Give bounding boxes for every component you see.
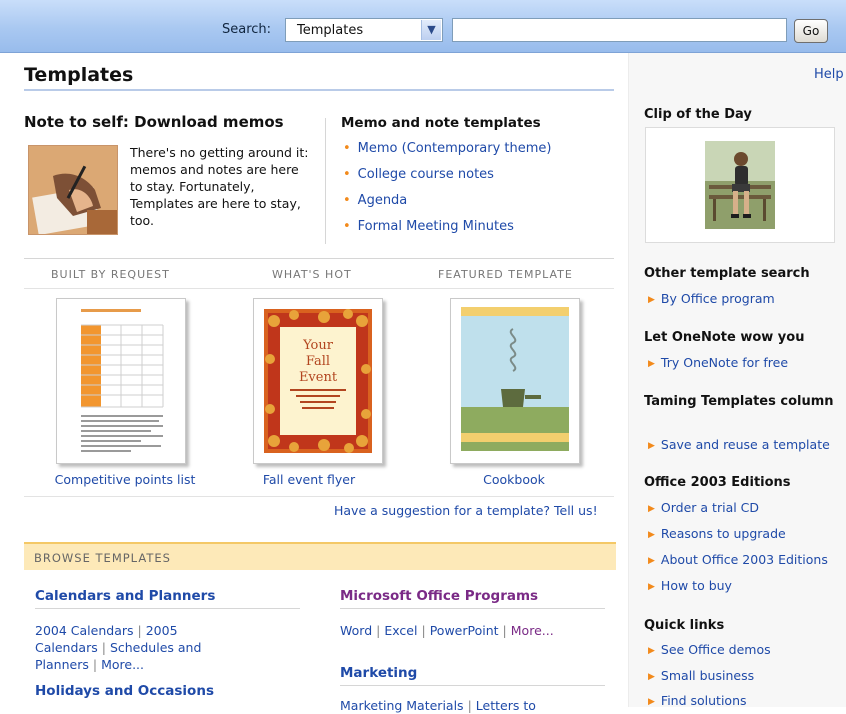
order-trial-cd-link[interactable]: ▶ Order a trial CD [648,500,759,515]
how-to-buy-link[interactable]: ▶ How to buy [648,578,732,593]
competitive-points-list-link[interactable]: Competitive points list [30,472,220,487]
separator: | [502,623,507,638]
clip-of-the-day-image[interactable] [705,141,775,229]
small-business-link[interactable]: ▶ Small business [648,668,754,683]
cookbook-link[interactable]: Cookbook [419,472,609,487]
microsoft-office-programs-heading[interactable]: Microsoft Office Programs [340,588,538,604]
taming-templates-heading: Taming Templates column [644,394,834,409]
quick-links-heading: Quick links [644,618,725,633]
separator: | [467,698,472,713]
suggestion-divider [24,496,614,497]
arrow-right-icon: ▶ [648,672,655,682]
formal-meeting-minutes-link[interactable]: • Formal Meeting Minutes [343,219,514,234]
marketing-links: Marketing Materials | Letters to [340,697,536,714]
reasons-to-upgrade-link[interactable]: ▶ Reasons to upgrade [648,526,786,541]
find-solutions-link[interactable]: ▶ Find solutions [648,693,747,708]
cookbook-thumbnail[interactable] [450,298,580,464]
fall-event-flyer-thumbnail[interactable]: Your Fall Event [253,298,383,464]
section-divider [24,258,614,259]
feature-description: There's no getting around it: memos and … [130,145,309,228]
save-and-reuse-template-link[interactable]: ▶ Save and reuse a template [648,437,830,452]
bullet-icon: • [343,141,351,156]
search-scope-dropdown[interactable]: Templates ▼ [285,18,443,42]
memo-templates-heading: Memo and note templates [341,115,541,131]
featured-template-label: FEATURED TEMPLATE [438,268,573,281]
arrow-right-icon: ▶ [648,295,655,305]
flyer-line-1: Your [302,338,334,353]
office-programs-links: Word | Excel | PowerPoint | More... [340,622,554,639]
word-link[interactable]: Word [340,623,372,638]
competitive-points-thumbnail[interactable] [56,298,186,464]
bullet-icon: • [343,219,351,234]
search-label: Search: [222,22,272,37]
arrow-right-icon: ▶ [648,646,655,656]
woman-on-bench-illustration [705,141,775,229]
letters-to-link[interactable]: Letters to [476,698,536,713]
cookbook-preview [451,299,579,463]
bullet-icon: • [343,193,351,208]
help-link[interactable]: Help [814,67,844,82]
page-title: Templates [24,64,134,86]
clip-of-the-day-heading: Clip of the Day [644,107,752,122]
flyer-line-3: Event [299,370,338,385]
feature-divider [325,118,326,244]
go-button[interactable]: Go [794,19,828,43]
title-divider [24,89,614,91]
arrow-right-icon: ▶ [648,504,655,514]
powerpoint-link[interactable]: PowerPoint [430,623,499,638]
onenote-heading: Let OneNote wow you [644,330,805,345]
bullet-icon: • [343,167,351,182]
clip-of-the-day-frame[interactable] [645,127,835,243]
suggest-template-link[interactable]: Have a suggestion for a template? Tell u… [334,503,598,518]
showcase-divider [24,288,614,289]
marketing-heading[interactable]: Marketing [340,665,417,681]
calendars-more-link[interactable]: More... [101,657,144,672]
calendars-divider [35,608,300,609]
office-2003-editions-heading: Office 2003 Editions [644,475,791,490]
calendars-links: 2004 Calendars | 2005 Calendars | Schedules … [35,622,305,673]
arrow-right-icon: ▶ [648,697,655,707]
other-template-search-heading: Other template search [644,266,810,281]
search-bar: Search: Templates ▼ Go [0,0,846,53]
separator: | [137,623,142,638]
marketing-materials-link[interactable]: Marketing Materials [340,698,464,713]
try-onenote-link[interactable]: ▶ Try OneNote for free [648,355,788,370]
built-by-request-label: BUILT BY REQUEST [51,268,170,281]
holidays-and-occasions-heading[interactable]: Holidays and Occasions [35,683,214,699]
browse-templates-bar: BROWSE TEMPLATES [24,542,616,570]
separator: | [421,623,426,638]
office-programs-divider [340,608,605,609]
browse-templates-label: BROWSE TEMPLATES [34,551,171,565]
arrow-right-icon: ▶ [648,582,655,592]
arrow-right-icon: ▶ [648,556,655,566]
office-programs-more-link[interactable]: More... [511,623,554,638]
search-input[interactable] [452,18,787,42]
fall-event-flyer-link[interactable]: Fall event flyer [214,472,404,487]
separator: | [376,623,381,638]
about-office-2003-editions-link[interactable]: ▶ About Office 2003 Editions [648,552,828,567]
excel-link[interactable]: Excel [384,623,417,638]
separator: | [101,640,106,655]
marketing-divider [340,685,605,686]
whats-hot-label: WHAT'S HOT [272,268,352,281]
agenda-link[interactable]: • Agenda [343,193,407,208]
fall-flyer-preview: Your Fall Event [254,299,382,463]
chevron-down-icon[interactable]: ▼ [421,20,441,40]
hand-writing-illustration [29,146,117,234]
search-scope-value: Templates [297,23,364,38]
arrow-right-icon: ▶ [648,441,655,451]
separator: | [92,657,98,672]
calendars-2004-link[interactable]: 2004 Calendars [35,623,134,638]
by-office-program-link[interactable]: ▶ By Office program [648,291,775,306]
feature-heading[interactable]: Note to self: Download memos [24,113,284,131]
feature-image[interactable] [28,145,118,235]
flyer-line-2: Fall [306,354,330,369]
arrow-right-icon: ▶ [648,530,655,540]
spreadsheet-preview [57,299,185,463]
see-office-demos-link[interactable]: ▶ See Office demos [648,642,771,657]
college-course-notes-link[interactable]: • College course notes [343,167,494,182]
memo-contemporary-link[interactable]: • Memo (Contemporary theme) [343,141,552,156]
arrow-right-icon: ▶ [648,359,655,369]
calendars-and-planners-heading[interactable]: Calendars and Planners [35,588,215,604]
